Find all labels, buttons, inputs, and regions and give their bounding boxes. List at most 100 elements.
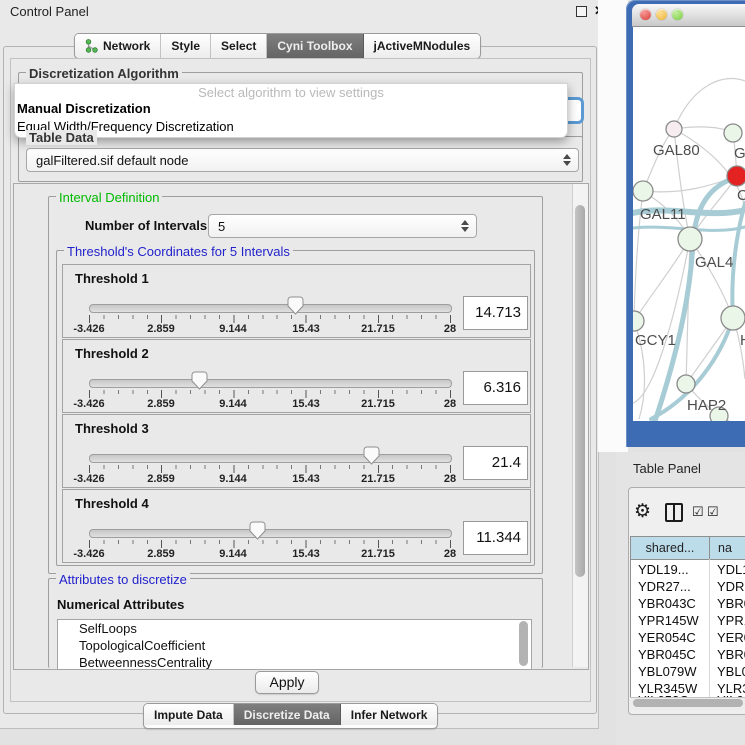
table-row[interactable]: YPR145WYPR1	[631, 612, 745, 629]
node-gal4[interactable]	[678, 227, 702, 251]
horizontal-scrollbar-thumb[interactable]	[633, 699, 743, 707]
threshold-1-panel: Threshold 1 -3.426 2.859 9.144 15.43 21.…	[62, 264, 531, 338]
tab-select[interactable]: Select	[211, 34, 267, 58]
apply-button[interactable]: Apply	[255, 671, 319, 694]
network-canvas[interactable]: GAL80 GA C GAL11 GAL4 GCY1 H HAP2	[633, 27, 745, 421]
thresholds-coordinates-group-title: Threshold's Coordinates for 5 Intervals	[64, 244, 293, 259]
checkbox-icon[interactable]: ☑	[692, 504, 704, 520]
table-data-selected-value: galFiltered.sif default node	[27, 153, 560, 168]
node-label-gal4: GAL4	[695, 254, 733, 271]
table-data-combobox[interactable]: galFiltered.sif default node	[26, 148, 579, 172]
network-icon	[85, 39, 98, 53]
threshold-3-panel: Threshold 3 -3.426 2.859 9.144 15.43 21.…	[62, 414, 531, 488]
node-hap2[interactable]	[677, 375, 695, 393]
column-header-name[interactable]: na	[710, 537, 745, 560]
attributes-list-scrollbar-thumb[interactable]	[519, 621, 528, 666]
table-data-group-title: Table Data	[26, 130, 97, 145]
threshold-2-label: Threshold 2	[75, 346, 149, 361]
tab-jactivemnodules[interactable]: jActiveMNodules	[364, 34, 481, 58]
node-gcy1[interactable]	[633, 311, 644, 331]
threshold-3-label: Threshold 3	[75, 421, 149, 436]
tab-network[interactable]: Network	[75, 34, 161, 58]
mode-tab-bar: Impute Data Discretize Data Infer Networ…	[143, 703, 438, 729]
tab-discretize-data[interactable]: Discretize Data	[234, 704, 341, 725]
panel-divider-gap	[598, 0, 628, 452]
tab-network-label: Network	[103, 39, 150, 53]
threshold-3-value-field[interactable]: 21.4	[463, 446, 528, 480]
node-attribute-table: shared... na YDL19...YDL1 YDR27...YDR2 Y…	[630, 536, 745, 709]
vertical-scrollbar-thumb[interactable]	[575, 205, 585, 577]
slider-ticks	[89, 390, 451, 398]
close-traffic-light-icon[interactable]	[640, 9, 651, 20]
tab-cyni-toolbox[interactable]: Cyni Toolbox	[267, 34, 363, 58]
checkbox-icon[interactable]: ☑	[707, 504, 719, 520]
tab-infer-network[interactable]: Infer Network	[341, 704, 438, 725]
node-label-gal11: GAL11	[640, 206, 686, 223]
number-of-intervals-value: 5	[209, 219, 458, 234]
threshold-1-value-field[interactable]: 14.713	[463, 296, 528, 330]
column-header-shared-name[interactable]: shared...	[631, 537, 710, 560]
threshold-3-slider-track[interactable]	[89, 454, 452, 463]
node-h[interactable]	[721, 306, 745, 330]
zoom-traffic-light-icon[interactable]	[672, 9, 683, 20]
table-row[interactable]: YBR043CYBR0	[631, 595, 745, 612]
node-label-hap2: HAP2	[687, 397, 726, 414]
threshold-4-slider-track[interactable]	[89, 529, 452, 538]
threshold-1-slider-track[interactable]	[89, 304, 452, 313]
number-of-intervals-combobox[interactable]: 5	[208, 214, 477, 238]
threshold-1-label: Threshold 1	[75, 271, 149, 286]
slider-ticks	[89, 540, 451, 548]
control-panel-title: Control Panel	[10, 4, 89, 19]
threshold-2-value-field[interactable]: 6.316	[463, 371, 528, 405]
numerical-attributes-list: SelfLoops TopologicalCoefficient Between…	[57, 619, 532, 670]
table-row[interactable]: YDL19...YDL1	[631, 561, 745, 578]
attribute-item-betweennesscentrality[interactable]: BetweennessCentrality	[58, 654, 531, 670]
desktop: Control Panel ✕ Network Style	[0, 0, 745, 745]
algorithm-dropdown-popup: Select algorithm to view settings Manual…	[14, 83, 568, 138]
node-label-gal80: GAL80	[653, 142, 700, 159]
combo-stepper-icon	[458, 220, 472, 232]
table-row[interactable]: YBR045CYBR0	[631, 646, 745, 663]
float-window-icon[interactable]	[576, 6, 587, 17]
node-selected-red[interactable]	[727, 166, 745, 186]
attributes-group-title: Attributes to discretize	[56, 572, 190, 587]
node-partial-top[interactable]	[724, 124, 742, 142]
table-row[interactable]: YDR27...YDR2	[631, 578, 745, 595]
control-panel-window: Control Panel ✕ Network Style	[0, 0, 599, 729]
interval-definition-group-title: Interval Definition	[56, 190, 162, 205]
discretization-algorithm-group-title: Discretization Algorithm	[26, 66, 182, 81]
threshold-2-slider-thumb[interactable]	[191, 371, 208, 391]
gear-icon[interactable]: ⚙	[634, 500, 651, 523]
attribute-item-topologicalcoefficient[interactable]: TopologicalCoefficient	[58, 637, 531, 654]
number-of-intervals-label: Number of Intervals	[85, 218, 207, 233]
threshold-1-slider-thumb[interactable]	[287, 296, 304, 316]
threshold-4-label: Threshold 4	[75, 496, 149, 511]
node-label-partial-top: GA	[734, 145, 745, 162]
control-panel-tab-bar: Network Style Select Cyni Toolbox jActiv…	[74, 33, 481, 59]
slider-ticks	[89, 465, 451, 473]
threshold-4-slider-thumb[interactable]	[249, 521, 266, 541]
node-label-gcy1: GCY1	[635, 332, 676, 349]
threshold-2-slider-track[interactable]	[89, 379, 452, 388]
table-row[interactable]: YBL079WYBL0	[631, 663, 745, 680]
tab-impute-data[interactable]: Impute Data	[144, 704, 234, 725]
dropdown-option-manual-discretization[interactable]: Manual Discretization	[17, 101, 151, 116]
combo-stepper-icon	[560, 154, 574, 166]
node-gal11[interactable]	[633, 181, 653, 201]
slider-ticks	[89, 315, 451, 323]
threshold-2-panel: Threshold 2 -3.426 2.859 9.144 15.43 21.…	[62, 339, 531, 413]
tab-style[interactable]: Style	[161, 34, 211, 58]
threshold-4-value-field[interactable]: 11.344	[463, 521, 528, 555]
threshold-4-panel: Threshold 4 -3.426 2.859 9.144 15.43 21.…	[62, 489, 531, 563]
node-label-partial-low: H	[740, 332, 745, 349]
table-column-divider	[709, 559, 710, 697]
dropdown-prompt-item[interactable]: Select algorithm to view settings	[15, 85, 567, 100]
node-gal80[interactable]	[666, 121, 682, 137]
minimize-traffic-light-icon[interactable]	[656, 9, 667, 20]
columns-icon[interactable]	[665, 503, 683, 522]
threshold-3-slider-thumb[interactable]	[363, 446, 380, 466]
numerical-attributes-heading: Numerical Attributes	[57, 597, 184, 612]
table-panel-title: Table Panel	[633, 461, 701, 476]
table-row[interactable]: YER054CYER0	[631, 629, 745, 646]
attribute-item-selfloops[interactable]: SelfLoops	[58, 620, 531, 637]
